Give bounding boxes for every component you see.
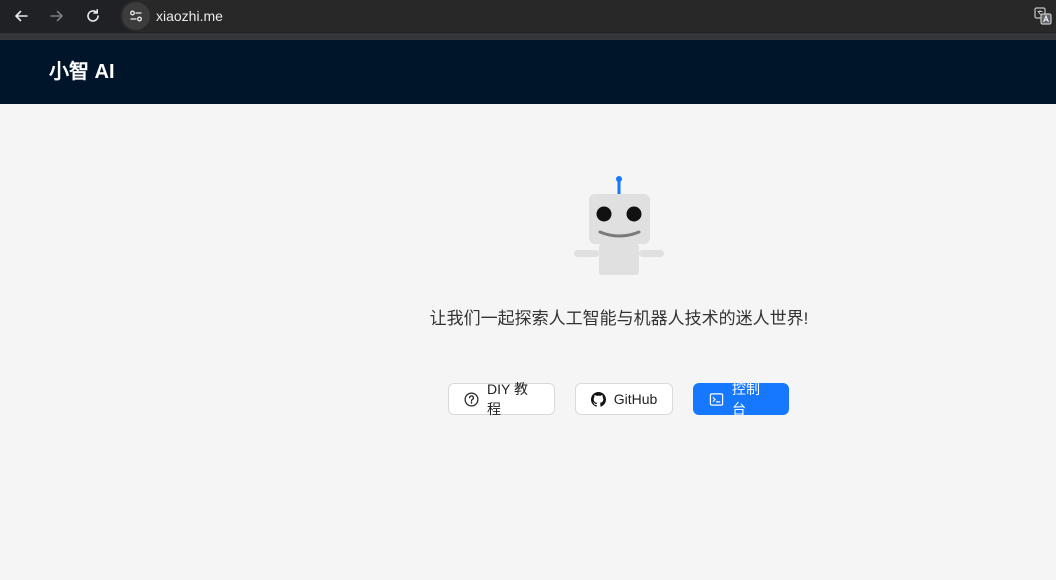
question-circle-icon bbox=[464, 392, 479, 406]
toolbar-divider bbox=[0, 33, 1056, 40]
address-bar[interactable] bbox=[120, 0, 1056, 32]
site-info-button[interactable] bbox=[122, 2, 150, 30]
github-label: GitHub bbox=[613, 391, 658, 407]
console-label: 控制台 bbox=[732, 381, 760, 417]
back-button[interactable] bbox=[8, 4, 34, 28]
reload-icon bbox=[87, 9, 99, 22]
diy-tutorial-button[interactable]: DIY 教程 bbox=[448, 381, 555, 417]
site-header: 小智 AI bbox=[0, 40, 1056, 104]
tagline: 让我们一起探索人工智能与机器人技术的迷人世界! bbox=[429, 309, 809, 328]
arrow-right-icon bbox=[50, 10, 63, 22]
translate-icon bbox=[1034, 7, 1052, 25]
arrow-left-icon bbox=[15, 10, 28, 22]
terminal-icon bbox=[709, 392, 724, 406]
brand-logo-text[interactable]: 小智 AI bbox=[49, 60, 115, 84]
github-button[interactable]: GitHub bbox=[575, 383, 673, 415]
reload-button[interactable] bbox=[80, 4, 106, 28]
url-text[interactable]: xiaozhi.me bbox=[156, 7, 223, 25]
action-buttons: DIY 教程 GitHub 控制台 bbox=[448, 381, 789, 417]
translate-button[interactable] bbox=[1033, 6, 1053, 26]
github-icon bbox=[590, 391, 606, 407]
diy-tutorial-label: DIY 教程 bbox=[487, 381, 528, 417]
browser-toolbar: xiaozhi.me bbox=[0, 0, 1056, 40]
forward-button[interactable] bbox=[44, 4, 70, 28]
tune-icon bbox=[130, 10, 142, 22]
robot-illustration bbox=[574, 176, 664, 275]
console-button[interactable]: 控制台 bbox=[693, 381, 789, 417]
